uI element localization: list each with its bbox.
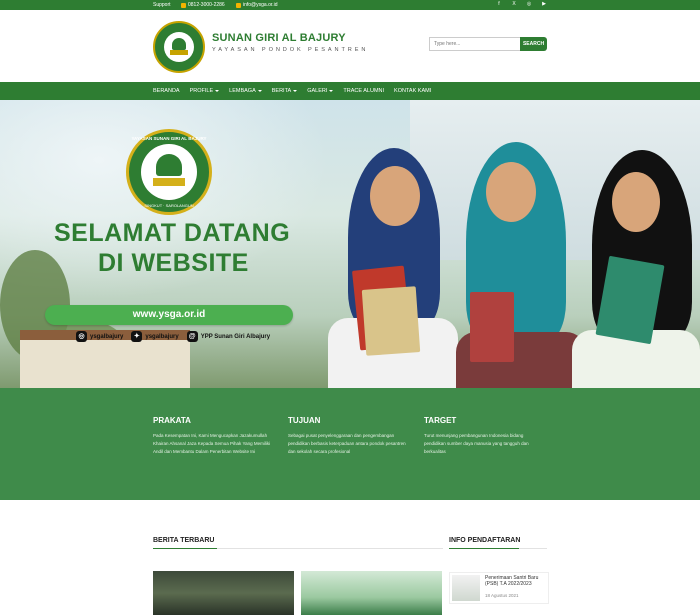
- nav-item-lembaga[interactable]: LEMBAGA: [229, 88, 262, 94]
- instagram-icon: ◎: [76, 331, 87, 342]
- site-header: SUNAN GIRI AL BAJURY YAYASAN PONDOK PESA…: [0, 10, 700, 82]
- hero-social-handles: ◎ ysgalbajury ✦ ysgalbajury @ YPP Sunan …: [76, 331, 270, 342]
- email-address: info@ysga.or.id: [243, 2, 278, 8]
- heading-divider: [153, 548, 443, 549]
- book-icon: [153, 178, 185, 186]
- hero-logo: YAYASAN SUNAN GIRI AL BAJURY SINGKUT · S…: [126, 129, 212, 215]
- chevron-down-icon: [329, 89, 334, 92]
- latest-news-heading: BERITA TERBARU: [153, 537, 215, 544]
- book-shape: [470, 292, 514, 362]
- social-links: f X ◎ ▶: [496, 1, 547, 7]
- phone-icon: [181, 2, 186, 8]
- nav-item-kontak-kami[interactable]: KONTAK KAMI: [394, 88, 431, 94]
- site-subtitle: YAYASAN PONDOK PESANTREN: [212, 47, 369, 53]
- logo-ring-text-top: YAYASAN SUNAN GIRI AL BAJURY: [131, 136, 207, 141]
- news-thumbnail[interactable]: [301, 571, 442, 615]
- x-icon[interactable]: X: [511, 1, 517, 7]
- welcome-heading-line2: DI WEBSITE: [98, 249, 249, 277]
- twitter-icon: ✦: [131, 331, 143, 342]
- target-section: TARGET Turut menunjang pembangunan Indon…: [424, 416, 544, 455]
- search-input[interactable]: [429, 37, 521, 51]
- mosque-dome-icon: [156, 154, 182, 176]
- chevron-down-icon: [293, 89, 298, 92]
- hero-instagram-link[interactable]: ◎ ysgalbajury: [76, 331, 123, 342]
- face-shape: [486, 162, 536, 222]
- search-button[interactable]: SEARCH: [520, 37, 547, 51]
- threads-icon: @: [186, 331, 198, 342]
- tujuan-heading: TUJUAN: [288, 416, 321, 425]
- support-label: Support: [153, 2, 171, 8]
- target-text: Turut menunjang pembangunan Indonesia bi…: [424, 433, 529, 454]
- prakata-text: Pada Kesempatan Ini, Kami Mengucapkan Ja…: [153, 433, 271, 454]
- phone-number: 0812-3000-2286: [188, 2, 225, 8]
- mosque-dome-icon: [172, 38, 186, 50]
- instagram-icon[interactable]: ◎: [526, 1, 532, 7]
- nav-item-profile[interactable]: PROFILE: [190, 88, 220, 94]
- student-photo: [318, 148, 468, 388]
- facebook-icon[interactable]: f: [496, 1, 502, 7]
- registration-thumbnail: [452, 575, 480, 601]
- face-shape: [370, 166, 420, 226]
- youtube-icon[interactable]: ▶: [541, 1, 547, 7]
- news-thumbnail[interactable]: [153, 571, 294, 615]
- nav-item-beranda[interactable]: BERANDA: [153, 88, 180, 94]
- info-band: PRAKATA Pada Kesempatan Ini, Kami Menguc…: [0, 388, 700, 500]
- chevron-down-icon: [215, 89, 220, 92]
- site-logo[interactable]: [153, 21, 205, 73]
- welcome-heading-line1: SELAMAT DATANG: [54, 219, 291, 247]
- tujuan-section: TUJUAN Sebagai pusat penyelenggaraan dan…: [288, 416, 408, 455]
- email-link[interactable]: info@ysga.or.id: [236, 2, 278, 8]
- registration-item[interactable]: Penerimaan Santri Baru (PSB) T.A 2022/20…: [449, 572, 549, 604]
- face-shape: [612, 172, 660, 232]
- nav-item-galeri[interactable]: GALERI: [307, 88, 334, 94]
- logo-emblem: [141, 144, 197, 200]
- book-shape: [361, 286, 421, 356]
- phone-link[interactable]: 0812-3000-2286: [181, 2, 225, 8]
- prakata-section: PRAKATA Pada Kesempatan Ini, Kami Menguc…: [153, 416, 273, 455]
- target-heading: TARGET: [424, 416, 457, 425]
- logo-emblem: [164, 32, 194, 62]
- student-photo: [456, 142, 586, 388]
- hero-threads-link[interactable]: @ YPP Sunan Giri Albajury: [186, 331, 270, 342]
- site-title[interactable]: SUNAN GIRI AL BAJURY: [212, 32, 346, 44]
- prakata-heading: PRAKATA: [153, 416, 191, 425]
- logo-ring-text-bottom: SINGKUT · SAROLANGUN: [144, 203, 194, 208]
- top-bar: Support 0812-3000-2286 info@ysga.or.id f…: [0, 0, 700, 10]
- email-icon: [236, 2, 241, 8]
- heading-divider: [449, 548, 547, 549]
- nav-item-trace-alumni[interactable]: TRACE ALUMNI: [343, 88, 384, 94]
- hero-banner: YAYASAN SUNAN GIRI AL BAJURY SINGKUT · S…: [0, 100, 700, 388]
- website-url-badge[interactable]: www.ysga.or.id: [45, 305, 293, 325]
- registration-title[interactable]: Penerimaan Santri Baru (PSB) T.A 2022/20…: [485, 575, 547, 587]
- book-icon: [170, 50, 188, 55]
- main-nav: BERANDA PROFILE LEMBAGA BERITA GALERI TR…: [0, 82, 700, 100]
- tujuan-text: Sebagai pusat penyelenggaraan dan pengem…: [288, 433, 406, 454]
- hero-twitter-link[interactable]: ✦ ysgalbajury: [131, 331, 179, 342]
- registration-date: 18 Agustus 2021: [485, 593, 519, 598]
- student-photo: [572, 150, 700, 388]
- chevron-down-icon: [257, 89, 262, 92]
- nav-item-berita[interactable]: BERITA: [272, 88, 298, 94]
- registration-info-heading: INFO PENDAFTARAN: [449, 537, 521, 544]
